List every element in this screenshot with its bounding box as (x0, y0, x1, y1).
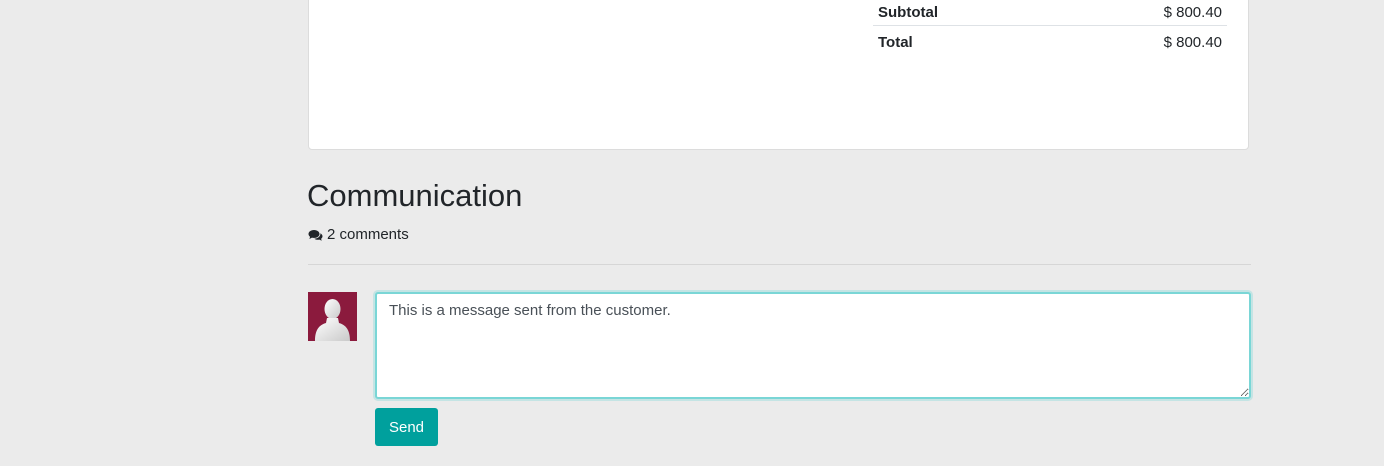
totals-table: Subtotal $ 800.40 Total $ 800.40 (873, 0, 1227, 58)
section-divider (308, 264, 1251, 265)
subtotal-label: Subtotal (878, 3, 938, 21)
subtotal-value: $ 800.40 (1163, 3, 1222, 21)
send-button[interactable]: Send (375, 408, 438, 446)
total-value: $ 800.40 (1163, 33, 1222, 51)
message-input[interactable]: This is a message sent from the customer… (375, 292, 1251, 399)
communication-heading: Communication (307, 178, 523, 213)
comments-count[interactable]: 2 comments (308, 225, 409, 245)
total-row: Total $ 800.40 (873, 26, 1227, 58)
total-label: Total (878, 33, 913, 51)
user-avatar-icon (308, 292, 357, 341)
subtotal-row: Subtotal $ 800.40 (873, 0, 1227, 26)
order-summary-card: Subtotal $ 800.40 Total $ 800.40 (308, 0, 1249, 150)
comments-count-label: 2 comments (327, 226, 409, 243)
comments-icon (308, 229, 323, 242)
